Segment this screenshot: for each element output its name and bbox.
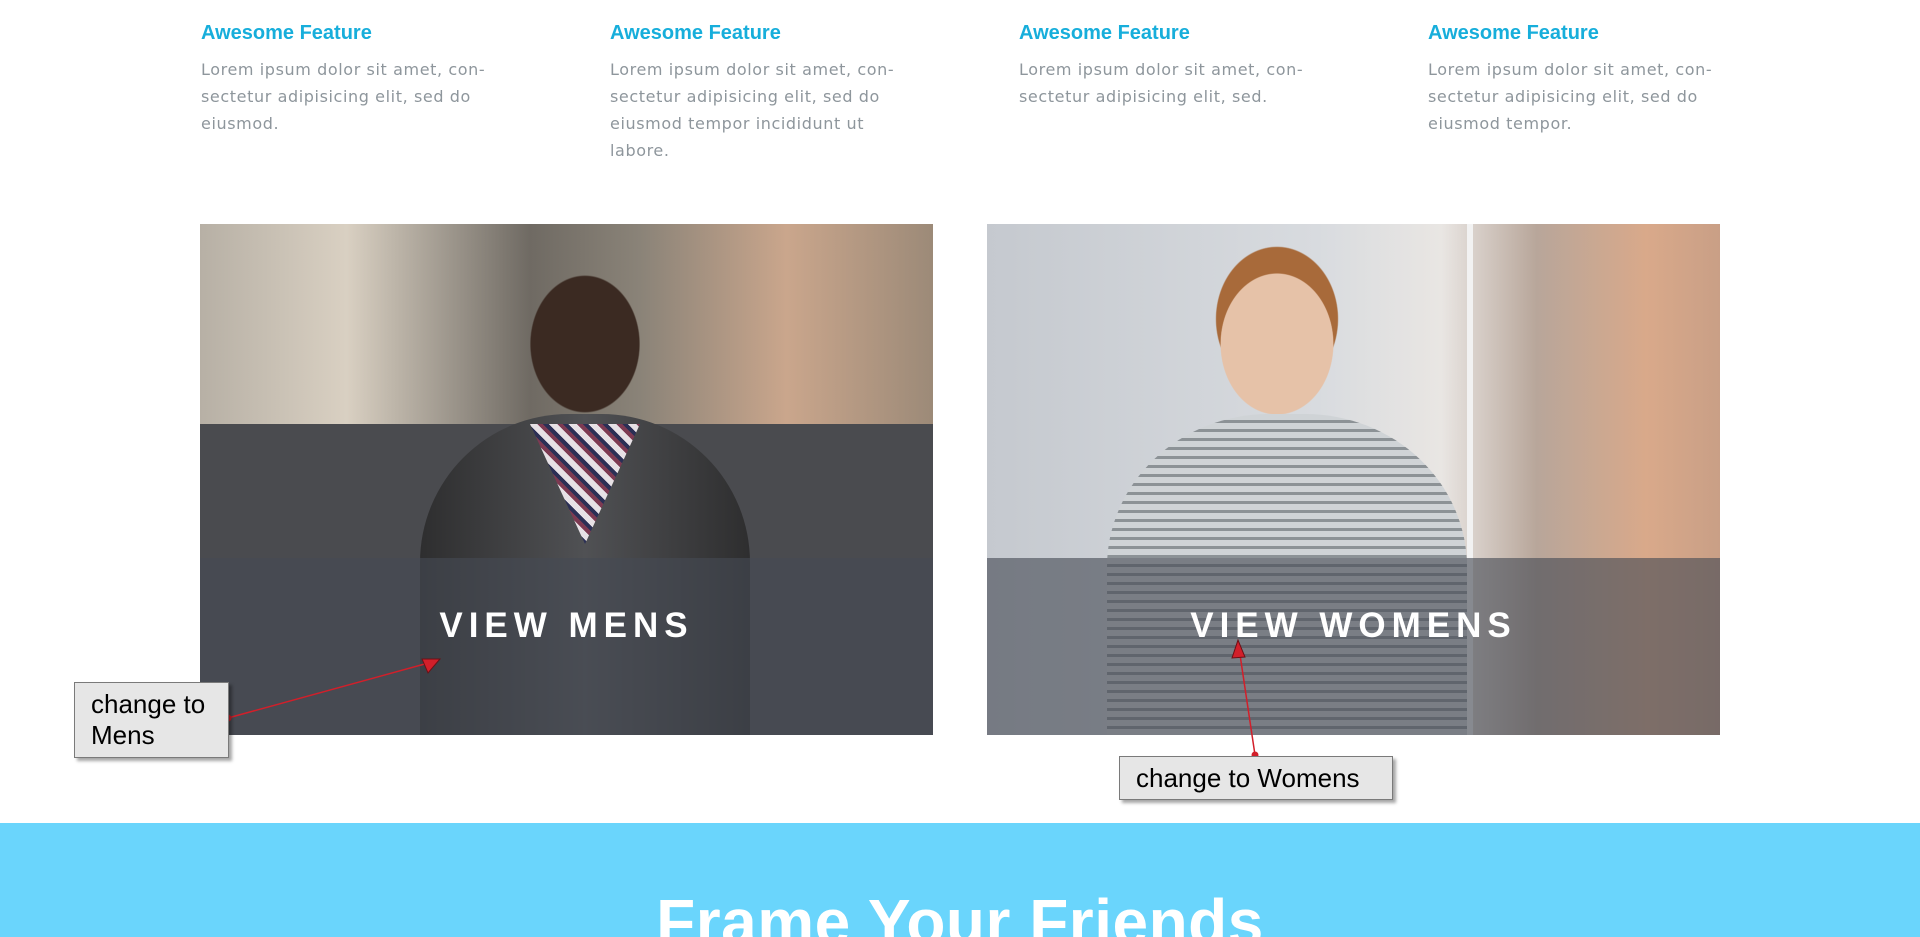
banner-title: Frame Your Friends	[656, 886, 1264, 937]
feature-card: Awesome Feature Lorem ipsum dolor sit am…	[1428, 20, 1728, 137]
feature-description: Lorem ipsum dolor sit amet, con-sectetur…	[1428, 60, 1713, 133]
panel-overlay	[200, 558, 933, 735]
view-womens-label[interactable]: VIEW WOMENS	[987, 606, 1720, 646]
feature-title: Awesome Feature	[1428, 22, 1599, 44]
change-to-womens-annotation: change to Womens	[1119, 756, 1393, 800]
feature-description: Lorem ipsum dolor sit amet, con-sectetur…	[610, 60, 895, 160]
panel-overlay	[987, 558, 1720, 735]
feature-description: Lorem ipsum dolor sit amet, con-sectetur…	[201, 60, 486, 133]
feature-title: Awesome Feature	[610, 22, 781, 44]
feature-card: Awesome Feature Lorem ipsum dolor sit am…	[1019, 20, 1319, 110]
feature-card: Awesome Feature Lorem ipsum dolor sit am…	[201, 20, 501, 137]
feature-description: Lorem ipsum dolor sit amet, con-sectetur…	[1019, 60, 1304, 106]
view-mens-label[interactable]: VIEW MENS	[200, 606, 933, 646]
view-womens-panel[interactable]: VIEW WOMENS	[987, 224, 1720, 735]
features-section: Awesome Feature Lorem ipsum dolor sit am…	[0, 20, 1920, 180]
view-mens-panel[interactable]: VIEW MENS	[200, 224, 933, 735]
feature-card: Awesome Feature Lorem ipsum dolor sit am…	[610, 20, 910, 164]
change-to-mens-annotation: change to Mens	[74, 682, 229, 758]
frame-your-friends-banner: Frame Your Friends	[0, 823, 1920, 937]
feature-title: Awesome Feature	[1019, 22, 1190, 44]
feature-title: Awesome Feature	[201, 22, 372, 44]
